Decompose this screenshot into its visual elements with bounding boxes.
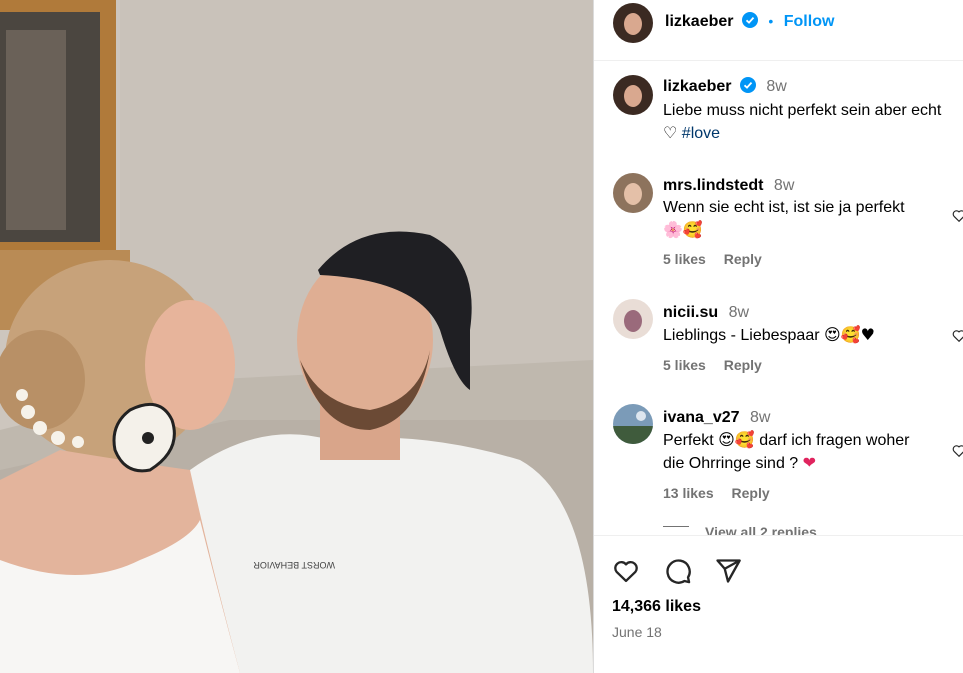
- comment-time: 8w: [728, 304, 750, 321]
- comment-item: mrs.lindstedt 8w Wenn sie echt ist, ist …: [663, 175, 963, 267]
- caption: lizkaeber 8w Liebe muss nicht perfekt se…: [663, 76, 963, 145]
- comment-avatar[interactable]: [613, 299, 653, 339]
- comment-username[interactable]: nicii.su: [663, 304, 718, 321]
- comment-text: Lieblings - Liebespaar: [663, 327, 820, 344]
- caption-avatar[interactable]: [613, 75, 653, 115]
- comment-text-line2: die Ohrringe sind ?: [663, 455, 799, 472]
- caption-text: Liebe muss nicht perfekt sein aber echt: [663, 102, 942, 119]
- verified-badge-icon: [741, 12, 758, 33]
- comment-username[interactable]: ivana_v27: [663, 409, 740, 426]
- comment-text-continued: darf ich fragen woher: [759, 432, 910, 449]
- heart-outline-icon[interactable]: [952, 209, 963, 223]
- reply-button[interactable]: Reply: [724, 251, 762, 267]
- like-icon[interactable]: [612, 557, 640, 585]
- likes-count[interactable]: 14,366 likes: [612, 598, 701, 616]
- comment-item: nicii.su 8w Lieblings - Liebespaar 😍🥰♥ 5…: [663, 302, 963, 373]
- comment-emoji: ❤: [802, 453, 817, 472]
- comment-avatar[interactable]: [613, 173, 653, 213]
- comment-time: 8w: [773, 177, 795, 194]
- comment-likes[interactable]: 13 likes: [663, 485, 714, 501]
- photo-illustration: WORST BEHAVIOR: [0, 0, 593, 673]
- follow-button[interactable]: Follow: [784, 13, 835, 30]
- comment-icon[interactable]: [664, 557, 692, 585]
- comments-list[interactable]: lizkaeber 8w Liebe muss nicht perfekt se…: [594, 61, 963, 535]
- separator-dot: •: [768, 13, 774, 29]
- reply-button[interactable]: Reply: [724, 357, 762, 373]
- post-actions: 14,366 likes June 18: [594, 535, 963, 673]
- comment-emoji: 😍🥰: [718, 430, 755, 449]
- post-side-panel: lizkaeber • Follow lizkaeber 8w Liebe mu…: [593, 0, 963, 673]
- comment-likes[interactable]: 5 likes: [663, 357, 706, 373]
- comment-likes[interactable]: 5 likes: [663, 251, 706, 267]
- share-icon[interactable]: [714, 557, 742, 585]
- comment-emoji: 🌸🥰: [663, 220, 703, 239]
- hashtag-link[interactable]: #love: [682, 125, 720, 142]
- comment-text: Wenn sie echt ist, ist sie ja perfekt: [663, 199, 905, 216]
- comment-text: Perfekt: [663, 432, 714, 449]
- comment-avatar[interactable]: [613, 404, 653, 444]
- verified-badge-icon: [739, 77, 756, 100]
- heart-outline-icon[interactable]: [952, 444, 963, 458]
- replies-divider: [663, 526, 689, 527]
- caption-username[interactable]: lizkaeber: [663, 78, 731, 95]
- view-replies-button[interactable]: View all 2 replies: [705, 524, 817, 535]
- comment-emoji: 😍🥰♥: [824, 325, 875, 344]
- caption-heart: ♡: [663, 123, 678, 142]
- comment-username[interactable]: mrs.lindstedt: [663, 177, 763, 194]
- post-header: lizkaeber • Follow: [594, 0, 963, 61]
- author-username[interactable]: lizkaeber: [665, 13, 733, 30]
- heart-outline-icon[interactable]: [952, 329, 963, 343]
- shirt-print-text: WORST BEHAVIOR: [253, 560, 335, 570]
- post-date: June 18: [612, 624, 662, 640]
- reply-button[interactable]: Reply: [732, 485, 770, 501]
- comment-time: 8w: [749, 409, 771, 426]
- post-photo[interactable]: WORST BEHAVIOR: [0, 0, 593, 673]
- author-avatar[interactable]: [613, 3, 653, 43]
- comment-item: ivana_v27 8w Perfekt 😍🥰 darf ich fragen …: [663, 407, 963, 501]
- caption-time: 8w: [766, 78, 787, 95]
